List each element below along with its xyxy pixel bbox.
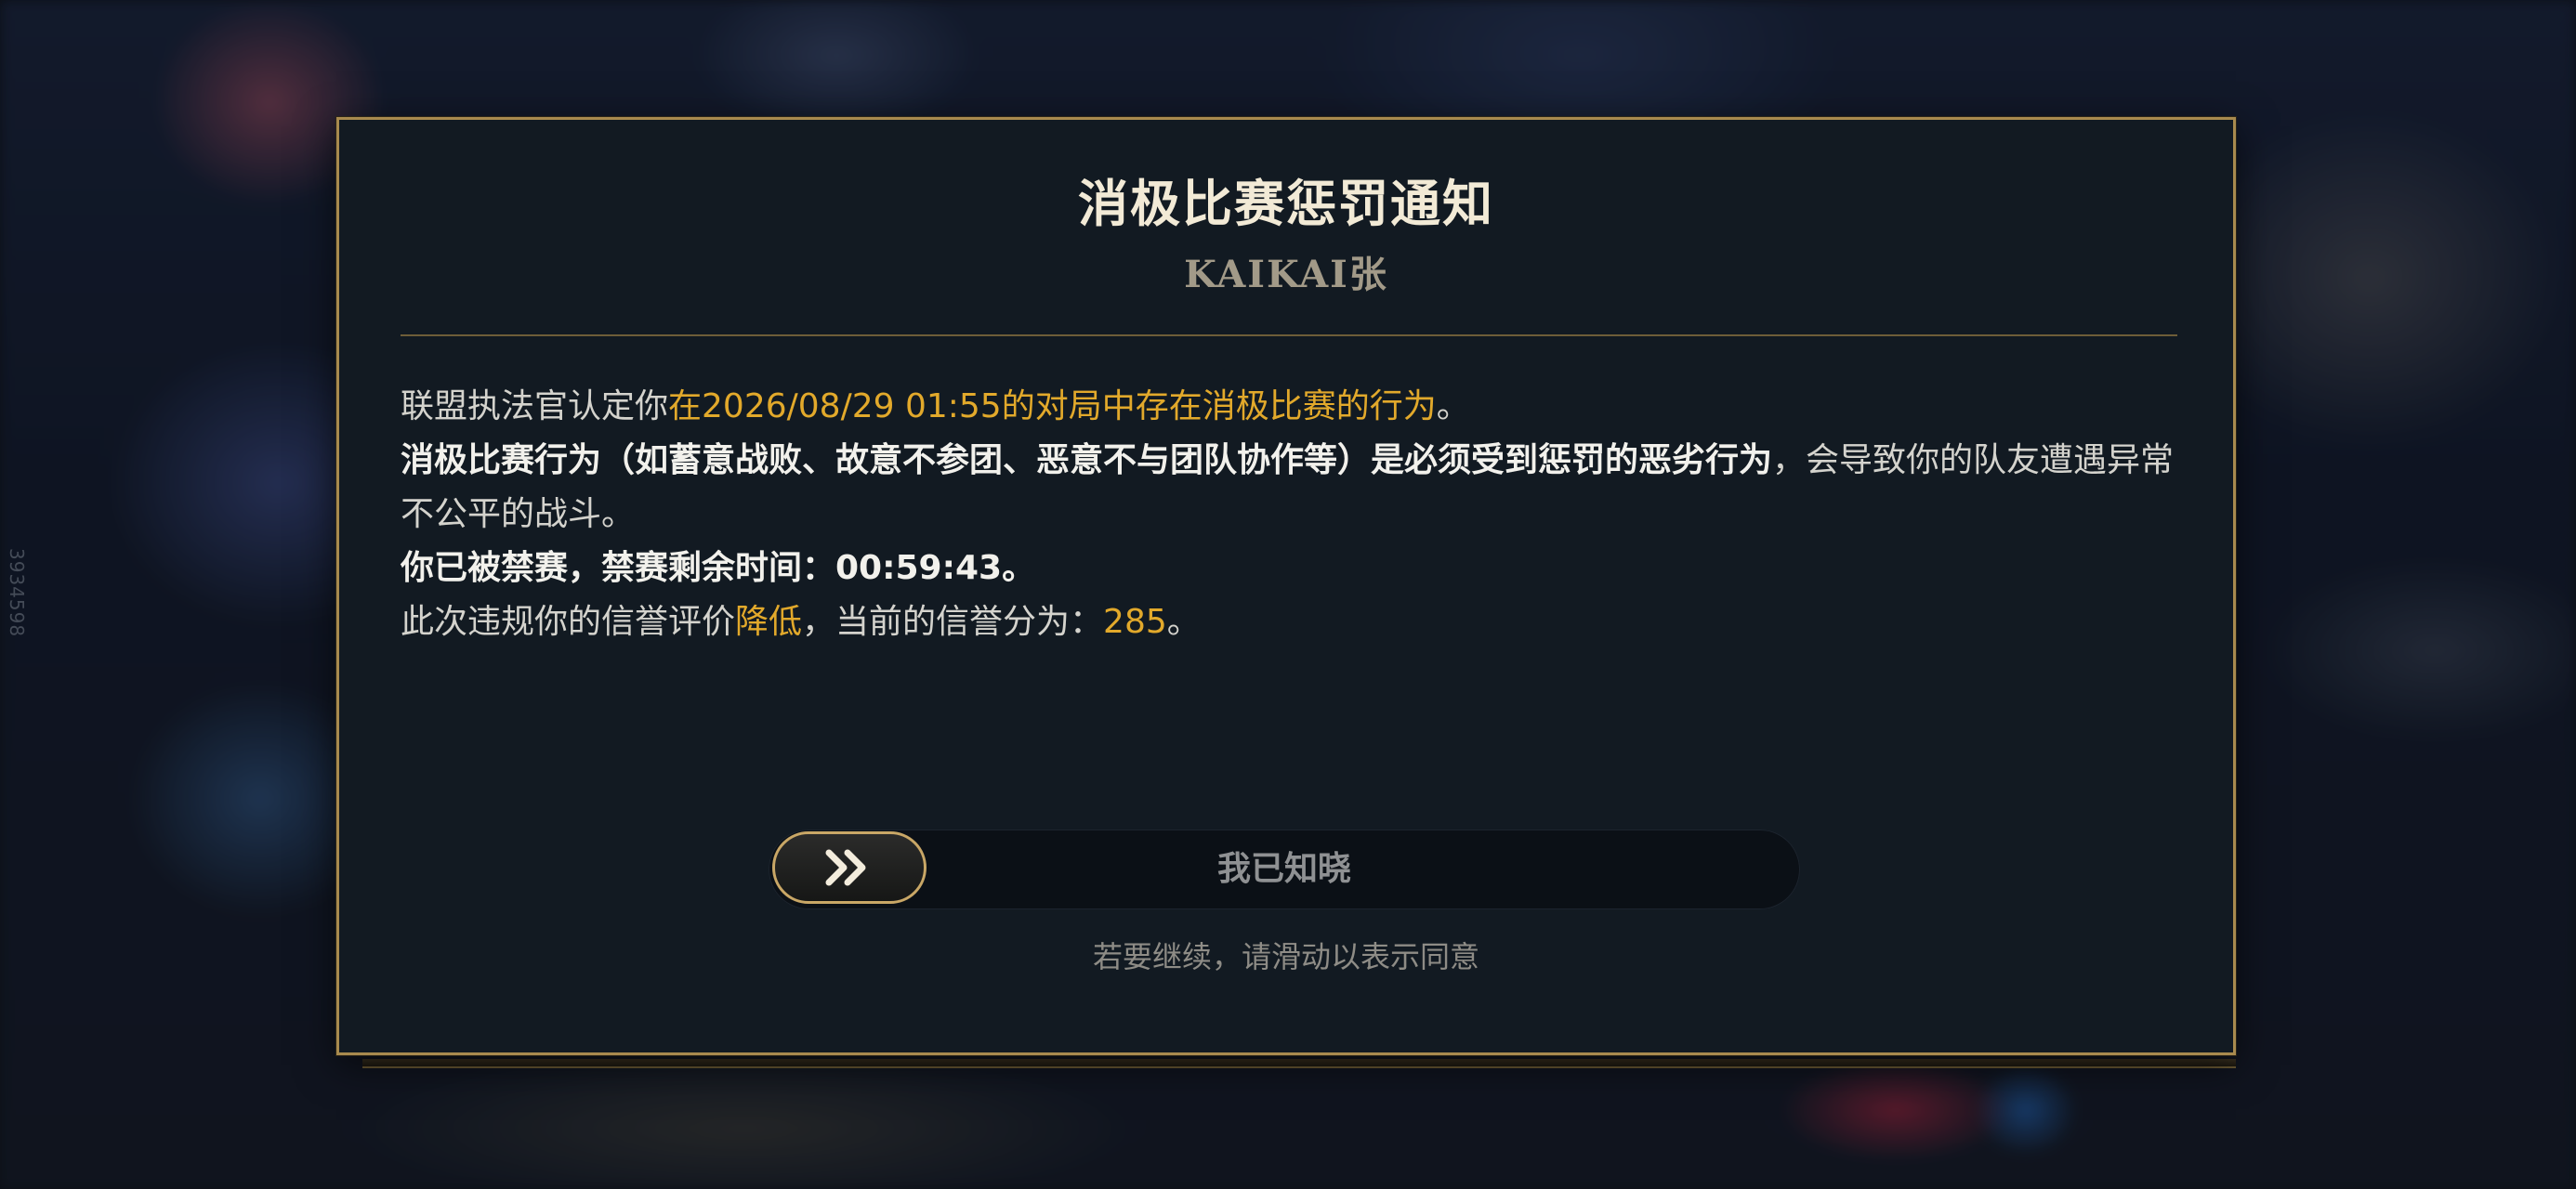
side-id-text: 3934598 — [6, 548, 28, 638]
notice-line-explanation: 消极比赛行为（如蓄意战败、故意不参团、恶意不与团队协作等）是必须受到惩罚的恶劣行… — [401, 434, 2185, 542]
slider-handle[interactable] — [772, 831, 927, 904]
offense-match-time: 在2026/08/29 01:55的对局中存在消极比赛的行为 — [668, 387, 1437, 425]
ban-remaining-time: 你已被禁赛，禁赛剩余时间：00:59:43。 — [401, 549, 1036, 587]
credit-score-value: 285 — [1103, 603, 1167, 641]
notice-line-offense: 联盟执法官认定你在2026/08/29 01:55的对局中存在消极比赛的行为。 — [401, 387, 1470, 425]
slide-hint-text: 若要继续，请滑动以表示同意 — [1092, 939, 1479, 974]
title-divider — [401, 334, 2177, 336]
acknowledge-slider[interactable]: 我已知晓 — [769, 830, 1800, 909]
notice-line-credit-score: 此次违规你的信誉评价降低，当前的信誉分为：285。 — [401, 603, 1201, 641]
dialog-title: 消极比赛惩罚通知 — [1078, 175, 1494, 233]
credit-change: 降低 — [735, 603, 803, 641]
dialog-bottom-edge — [362, 1059, 2236, 1068]
explanation-bold: 消极比赛行为（如蓄意战败、故意不参团、恶意不与团队协作等）是必须受到惩罚的恶劣行… — [401, 441, 1773, 479]
double-chevron-right-icon — [825, 849, 866, 886]
penalty-notice-dialog: 消极比赛惩罚通知 KAIKAI张 联盟执法官认定你在2026/08/29 01:… — [336, 117, 2236, 1055]
notice-body: 联盟执法官认定你在2026/08/29 01:55的对局中存在消极比赛的行为。 … — [401, 380, 2185, 649]
player-name: KAIKAI张 — [1184, 253, 1388, 296]
